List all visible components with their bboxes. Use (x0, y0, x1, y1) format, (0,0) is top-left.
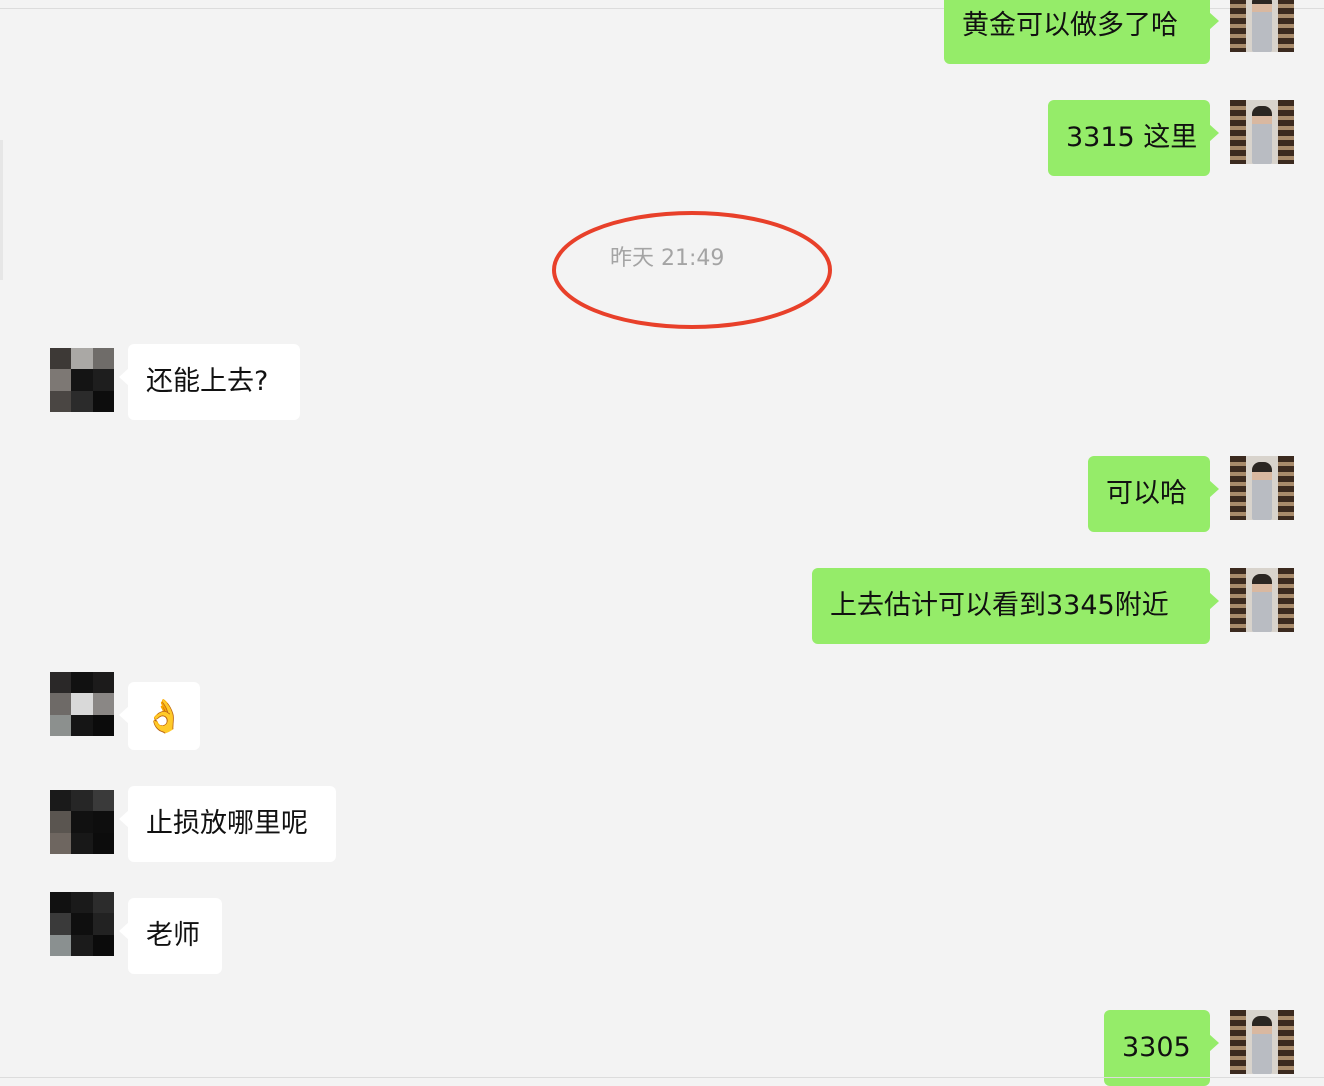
pixelated-user-avatar[interactable] (50, 892, 114, 956)
message-bubble-incoming[interactable]: 👌 (119, 682, 200, 750)
message-bubble-incoming[interactable]: 还能上去? (119, 344, 300, 420)
teacher-avatar[interactable] (1230, 456, 1294, 520)
message-bubble-outgoing[interactable]: 黄金可以做多了哈 (944, 0, 1219, 64)
teacher-avatar[interactable] (1230, 0, 1294, 52)
pixelated-user-avatar[interactable] (50, 672, 114, 736)
message-bubble-outgoing[interactable]: 可以哈 (1088, 456, 1219, 532)
pixelated-user-avatar[interactable] (50, 348, 114, 412)
annotation-circle (552, 211, 832, 329)
message-bubble-incoming[interactable]: 止损放哪里呢 (119, 786, 336, 862)
bottom-divider (0, 1077, 1324, 1078)
teacher-avatar[interactable] (1230, 1010, 1294, 1074)
message-bubble-outgoing[interactable]: 3305 (1104, 1010, 1219, 1086)
teacher-avatar[interactable] (1230, 568, 1294, 632)
pixelated-user-avatar[interactable] (50, 790, 114, 854)
left-edge-divider (0, 140, 3, 280)
message-bubble-outgoing[interactable]: 上去估计可以看到3345附近 (812, 568, 1219, 644)
message-bubble-outgoing[interactable]: 3315 这里 (1048, 100, 1219, 176)
chat-panel[interactable]: 黄金可以做多了哈 3315 这里 昨天 21:49 还能上去? 可以哈 上去估计… (0, 0, 1324, 1086)
teacher-avatar[interactable] (1230, 100, 1294, 164)
message-bubble-incoming[interactable]: 老师 (119, 898, 222, 974)
